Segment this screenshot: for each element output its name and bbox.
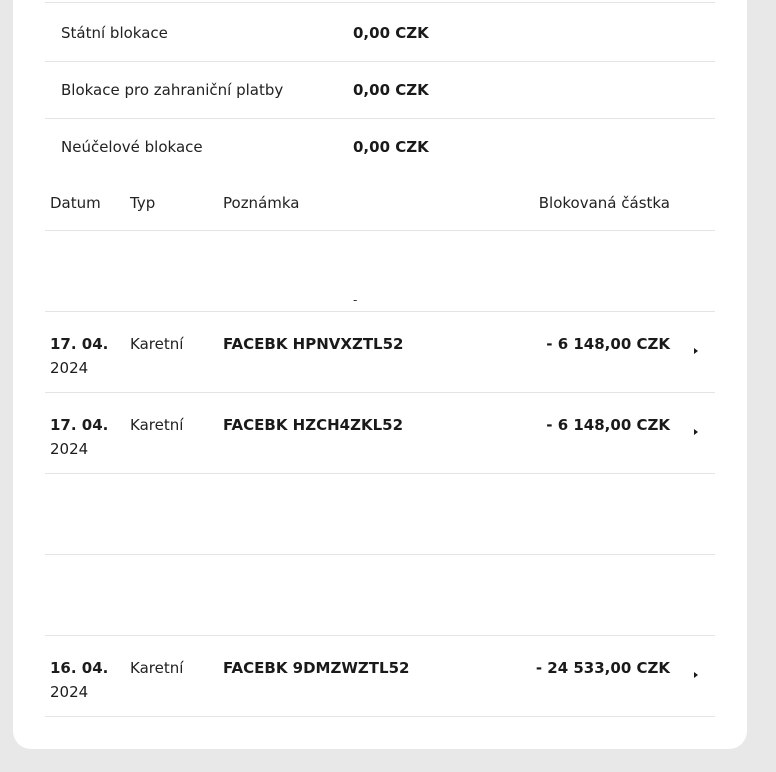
summary-value: 0,00 CZK <box>353 24 429 42</box>
summary-row-state-blocks: Státní blokace 0,00 CZK <box>45 4 715 62</box>
summary-row-foreign-payments: Blokace pro zahraniční platby 0,00 CZK <box>45 61 715 119</box>
row-date-year: 2024 <box>50 440 89 458</box>
chevron-right-icon[interactable] <box>694 429 698 435</box>
row-date-day: 17. 04. <box>50 416 109 434</box>
column-header-type: Typ <box>130 194 156 212</box>
chevron-right-icon[interactable] <box>694 672 698 678</box>
page: Státní blokace 0,00 CZK Blokace pro zahr… <box>0 0 776 772</box>
chevron-right-icon[interactable] <box>694 348 698 354</box>
summary-label: Blokace pro zahraniční platby <box>61 81 284 99</box>
empty-placeholder: - <box>353 293 358 307</box>
row-note: FACEBK HPNVXZTL52 <box>223 335 404 353</box>
row-type: Karetní <box>130 659 184 677</box>
row-amount: - 24 533,00 CZK <box>535 659 670 677</box>
row-type: Karetní <box>130 335 184 353</box>
table-header: Datum Typ Poznámka Blokovaná částka <box>45 180 715 231</box>
summary-value: 0,00 CZK <box>353 138 429 156</box>
divider <box>45 2 715 3</box>
column-header-amount: Blokovaná částka <box>538 194 670 212</box>
column-header-date: Datum <box>50 194 101 212</box>
table-row[interactable]: 16. 04. 2024 Karetní FACEBK 9DMZWZTL52 -… <box>45 636 715 717</box>
row-date-year: 2024 <box>50 683 89 701</box>
row-date-day: 17. 04. <box>50 335 109 353</box>
column-header-note: Poznámka <box>223 194 300 212</box>
table-row[interactable]: 17. 04. 2024 Karetní FACEBK HPNVXZTL52 -… <box>45 312 715 393</box>
table-row-empty <box>45 474 715 555</box>
row-amount: - 6 148,00 CZK <box>546 335 670 353</box>
summary-label: Státní blokace <box>61 24 168 42</box>
row-date: 17. 04. 2024 <box>50 413 120 461</box>
row-amount: - 6 148,00 CZK <box>546 416 670 434</box>
summary-row-non-purpose-blocks: Neúčelové blokace 0,00 CZK <box>45 118 715 175</box>
table-row-empty <box>45 555 715 636</box>
row-type: Karetní <box>130 416 184 434</box>
summary-label: Neúčelové blokace <box>61 138 203 156</box>
row-date: 16. 04. 2024 <box>50 656 120 704</box>
row-date-day: 16. 04. <box>50 659 109 677</box>
row-date: 17. 04. 2024 <box>50 332 120 380</box>
table-row-empty: - <box>45 231 715 312</box>
summary-value: 0,00 CZK <box>353 81 429 99</box>
table-row[interactable]: 17. 04. 2024 Karetní FACEBK HZCH4ZKL52 -… <box>45 393 715 474</box>
row-date-year: 2024 <box>50 359 89 377</box>
row-note: FACEBK HZCH4ZKL52 <box>223 416 404 434</box>
row-note: FACEBK 9DMZWZTL52 <box>223 659 410 677</box>
